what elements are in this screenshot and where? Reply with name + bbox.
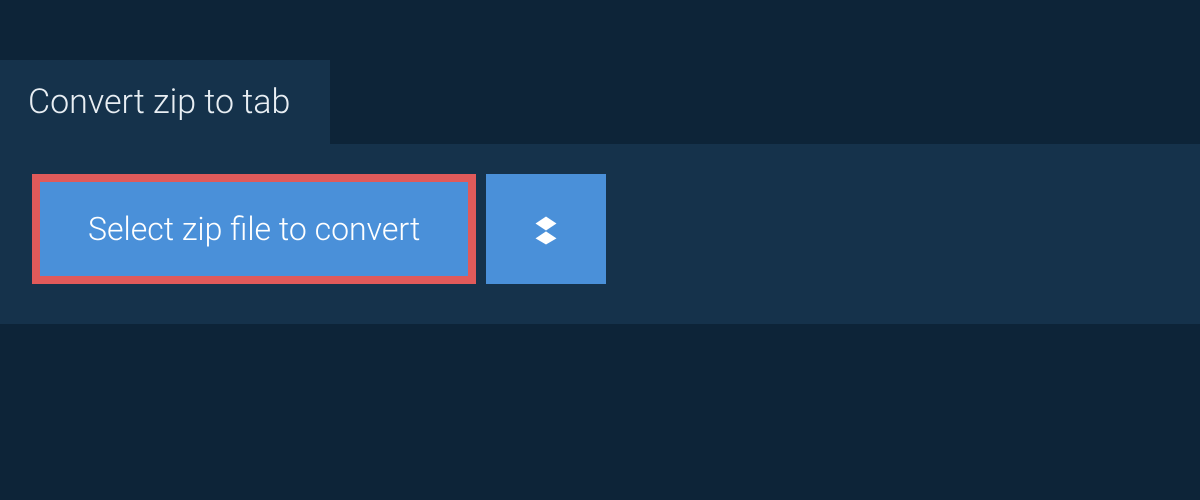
button-row: Select zip file to convert bbox=[32, 174, 1168, 284]
select-file-button[interactable]: Select zip file to convert bbox=[32, 174, 476, 284]
main-panel: Select zip file to convert bbox=[0, 144, 1200, 324]
tab-header: Convert zip to tab bbox=[0, 60, 330, 144]
dropbox-icon bbox=[525, 206, 567, 252]
dropbox-button[interactable] bbox=[486, 174, 606, 284]
select-file-label: Select zip file to convert bbox=[88, 210, 420, 248]
page-title: Convert zip to tab bbox=[28, 82, 290, 122]
